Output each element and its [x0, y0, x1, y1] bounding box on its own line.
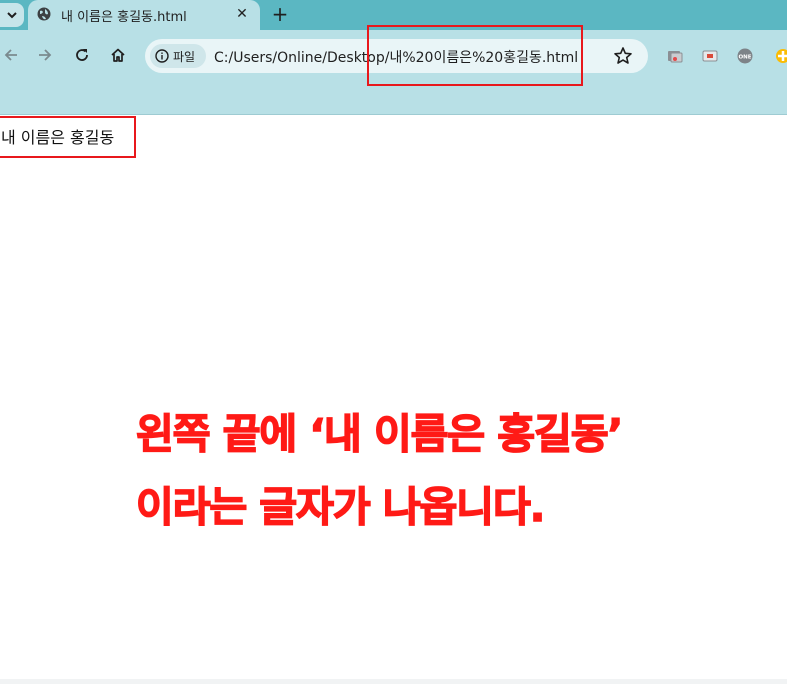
reload-icon: [76, 49, 88, 61]
tab-title: 내 이름은 홍길동.html: [61, 10, 187, 25]
chevron-down-icon: [7, 12, 17, 19]
tab-search-button[interactable]: [0, 3, 24, 27]
new-tab-button[interactable]: +: [269, 3, 291, 25]
tab-close-button[interactable]: ✕: [234, 5, 250, 23]
home-icon: [111, 48, 125, 62]
active-tab[interactable]: 내 이름은 홍길동.html ✕: [28, 0, 260, 30]
home-button[interactable]: [104, 41, 132, 69]
extension-icon-1[interactable]: [667, 48, 683, 64]
annotation-line-2: 이라는 글자가 나옵니다.: [135, 482, 546, 532]
back-arrow-icon: [4, 49, 17, 61]
svg-text:ONE: ONE: [738, 55, 751, 61]
url-highlight-box: [367, 25, 583, 86]
site-info-label: 파일: [173, 49, 196, 64]
extension-icon-2[interactable]: [702, 48, 718, 64]
extension-icon-4[interactable]: [775, 48, 787, 64]
site-info-chip[interactable]: 파일: [150, 44, 206, 68]
bottom-edge: [0, 679, 787, 684]
globe-icon: [37, 7, 51, 21]
back-button[interactable]: [0, 41, 25, 69]
forward-arrow-icon: [39, 49, 52, 61]
text-highlight-box: [0, 116, 136, 158]
annotation-line-1: 왼쪽 끝에 ‘내 이름은 홍길동’: [135, 409, 624, 459]
page-viewport: 내 이름은 홍길동 왼쪽 끝에 ‘내 이름은 홍길동’ 이라는 글자가 나옵니다…: [0, 115, 787, 684]
forward-button[interactable]: [31, 41, 59, 69]
one-extension-icon[interactable]: ONE: [737, 48, 753, 64]
reload-button[interactable]: [68, 41, 96, 69]
info-icon: [155, 49, 169, 63]
bookmark-star-icon[interactable]: [612, 45, 634, 67]
annotation-callout: 왼쪽 끝에 ‘내 이름은 홍길동’ 이라는 글자가 나옵니다.: [135, 398, 696, 544]
